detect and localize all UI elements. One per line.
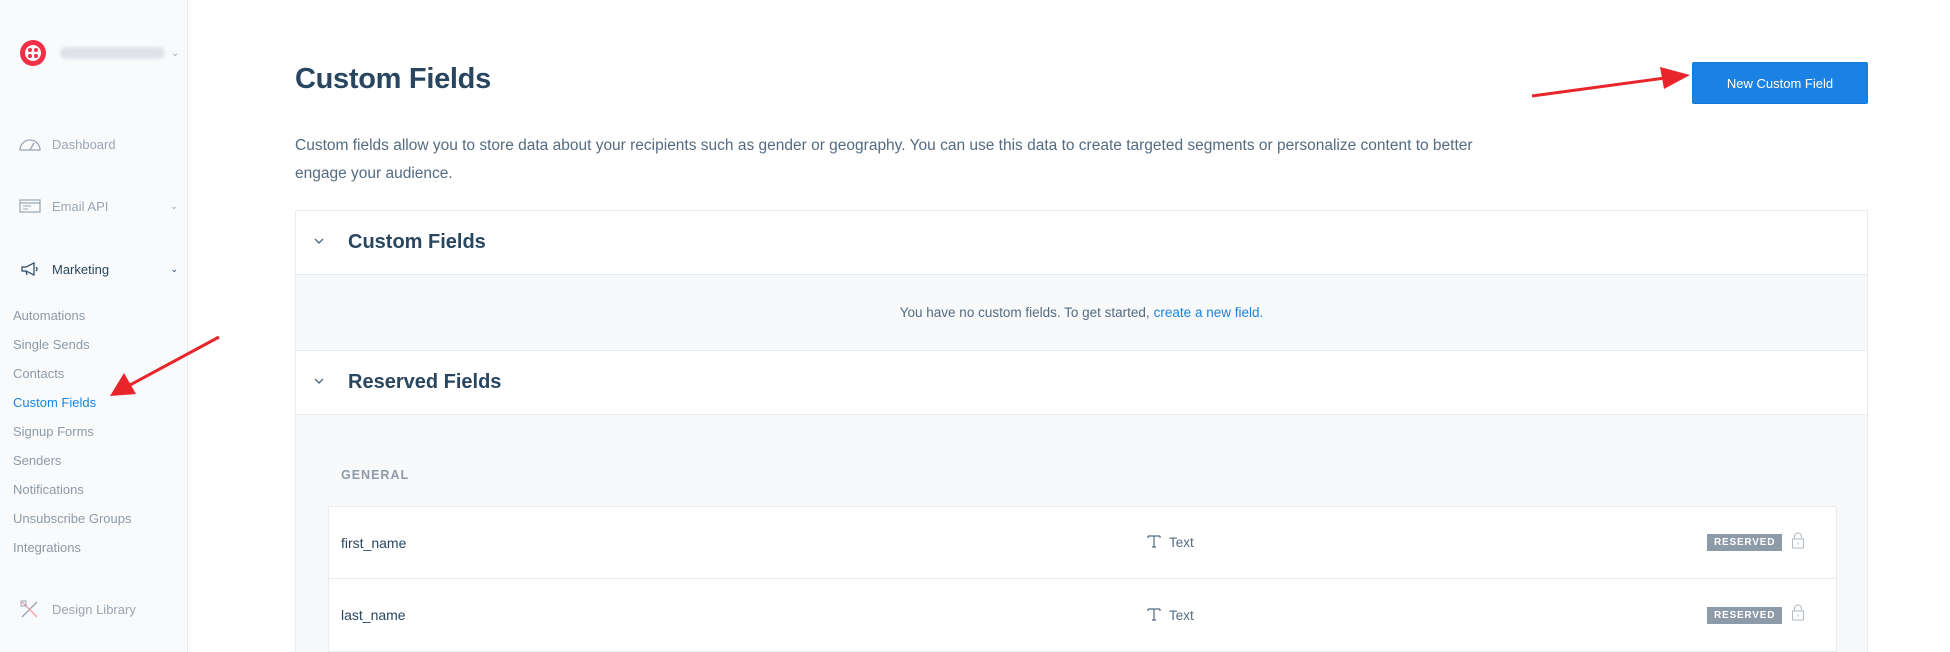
group-label-general: GENERAL bbox=[341, 468, 410, 482]
nav-dashboard[interactable]: Dashboard bbox=[18, 136, 178, 152]
nav-email-api[interactable]: Email API ⌄ bbox=[18, 198, 178, 214]
field-type-label: Text bbox=[1169, 535, 1194, 550]
lock-icon bbox=[1791, 531, 1805, 554]
nav-custom-fields[interactable]: Custom Fields bbox=[13, 395, 96, 410]
reserved-fields-section-header[interactable]: Reserved Fields bbox=[296, 351, 1867, 415]
sidebar: ⌄ Dashboard Email API ⌄ Marketing ⌄ Auto… bbox=[0, 0, 188, 652]
nav-contacts[interactable]: Contacts bbox=[13, 366, 64, 381]
field-name: first_name bbox=[341, 534, 407, 551]
field-name: last_name bbox=[341, 607, 406, 623]
page-title: Custom Fields bbox=[295, 63, 491, 95]
text-type-icon bbox=[1147, 534, 1161, 551]
nav-integrations[interactable]: Integrations bbox=[13, 540, 81, 555]
nav-senders[interactable]: Senders bbox=[13, 453, 61, 468]
create-new-field-link[interactable]: create a new field. bbox=[1154, 305, 1264, 320]
new-custom-field-button[interactable]: New Custom Field bbox=[1692, 62, 1868, 104]
reserved-fields-table: first_name Text RESERVED last_name Text … bbox=[328, 506, 1837, 652]
empty-state-message: You have no custom fields. To get starte… bbox=[296, 275, 1867, 351]
nav-design-library[interactable]: Design Library bbox=[18, 600, 178, 618]
empty-state-text: You have no custom fields. To get starte… bbox=[899, 305, 1150, 320]
text-type-icon bbox=[1147, 607, 1161, 624]
reserved-fields-section-title: Reserved Fields bbox=[348, 371, 502, 393]
lock-icon bbox=[1791, 604, 1805, 626]
nav-dashboard-label: Dashboard bbox=[52, 136, 116, 152]
account-name-redacted bbox=[60, 47, 165, 59]
nav-single-sends[interactable]: Single Sends bbox=[13, 337, 90, 352]
chevron-down-icon[interactable] bbox=[314, 377, 328, 388]
gauge-icon bbox=[18, 136, 42, 152]
arrow-to-new-button bbox=[1531, 67, 1690, 98]
custom-fields-section-header[interactable]: Custom Fields bbox=[296, 211, 1867, 275]
nav-notifications[interactable]: Notifications bbox=[13, 482, 84, 497]
nav-design-library-label: Design Library bbox=[52, 601, 136, 617]
page-description: Custom fields allow you to store data ab… bbox=[295, 137, 1473, 182]
fields-panel: Custom Fields You have no custom fields.… bbox=[295, 210, 1868, 652]
field-type: Text bbox=[1147, 534, 1194, 551]
nav-signup-forms[interactable]: Signup Forms bbox=[13, 424, 94, 439]
nav-marketing[interactable]: Marketing ⌄ bbox=[18, 261, 178, 277]
nav-unsubscribe-groups[interactable]: Unsubscribe Groups bbox=[13, 511, 132, 526]
custom-fields-section-title: Custom Fields bbox=[348, 231, 486, 253]
chevron-down-icon[interactable] bbox=[314, 237, 328, 248]
reserved-badge: RESERVED bbox=[1707, 606, 1783, 624]
field-type-label: Text bbox=[1169, 607, 1194, 623]
megaphone-icon bbox=[18, 261, 42, 277]
chevron-down-icon: ⌄ bbox=[170, 263, 178, 274]
twilio-logo-icon bbox=[20, 40, 46, 66]
design-tools-icon bbox=[18, 600, 42, 618]
nav-marketing-label: Marketing bbox=[52, 261, 110, 277]
nav-automations[interactable]: Automations bbox=[13, 308, 85, 323]
email-window-icon bbox=[18, 198, 42, 214]
table-row: first_name Text RESERVED bbox=[329, 507, 1836, 579]
table-row: last_name Text RESERVED bbox=[329, 579, 1836, 651]
account-switcher[interactable]: ⌄ bbox=[20, 40, 179, 66]
nav-email-api-label: Email API bbox=[52, 198, 109, 214]
field-type: Text bbox=[1147, 607, 1194, 624]
chevron-down-icon: ⌄ bbox=[171, 47, 180, 59]
reserved-badge: RESERVED bbox=[1707, 534, 1783, 551]
chevron-down-icon: ⌄ bbox=[170, 200, 178, 211]
